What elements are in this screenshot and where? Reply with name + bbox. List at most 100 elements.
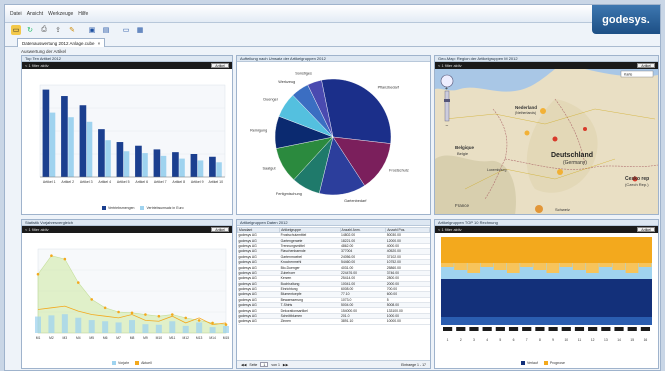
edit-icon[interactable]: ✎ <box>67 25 77 35</box>
layout-icon[interactable]: ▤ <box>101 25 111 35</box>
map-area[interactable]: Nederland (Netherlands) Belgique Belgie … <box>435 69 658 214</box>
band-cell <box>572 263 586 270</box>
dimension-select[interactable]: Artikel <box>637 63 655 68</box>
table-scroll[interactable]: Mandant Artikelgruppe Anzahl Anm. Anzahl Po… <box>237 227 430 360</box>
x-tick-label: 9 <box>552 338 554 342</box>
legend-item[interactable]: Aktuell <box>135 361 152 365</box>
app-window: Datei Ansicht Werkzeuge Hilfe godesys. ▭… <box>4 4 661 371</box>
column-series-2 <box>196 322 203 333</box>
toolbar: ▭ ↻ ⎙ ⇪ ✎ ▣ ▤ ▭ ▦ <box>11 25 145 35</box>
x-tick-label: 10 <box>564 338 568 342</box>
close-icon[interactable]: × <box>98 41 101 46</box>
legend-item[interactable]: Vertriebsumsatz in Euro <box>140 206 184 210</box>
bar-series-2 <box>123 151 130 177</box>
column-series-2 <box>142 324 149 333</box>
page-input[interactable]: 1 <box>260 362 269 367</box>
geo-map[interactable]: Nederland (Netherlands) Belgique Belgie … <box>435 69 658 214</box>
bar-series-1 <box>153 149 161 177</box>
legend-item[interactable]: Vorjahr <box>112 361 129 365</box>
data-point <box>90 298 94 301</box>
chart-area: 1 2 3 4 5 6 7 8 9 10 11 12 13 14 15 16 Verlauf Prognose <box>435 233 658 368</box>
band-marker <box>522 327 532 331</box>
menu-werkzeuge[interactable]: Werkzeuge <box>48 11 73 17</box>
legend-item[interactable]: Verlauf <box>521 361 538 365</box>
data-point <box>144 313 147 316</box>
save-icon[interactable]: ▣ <box>87 25 97 35</box>
dimension-select[interactable]: Artikel <box>211 63 229 68</box>
x-tick-label: Artikel 2 <box>61 180 74 184</box>
window-icon[interactable]: ▦ <box>135 25 145 35</box>
band-dark <box>441 279 652 317</box>
band-cell <box>599 263 612 267</box>
map-layer-toggle[interactable]: Karte <box>620 70 654 78</box>
band-marker <box>601 327 611 331</box>
chart-area: M1 M2 M3 M4 M5 M6 M7 M8 M9 M10 M11 M12 M13 M14 M15 Vor… <box>22 233 232 368</box>
x-tick-label: M10 <box>156 336 163 340</box>
map-label: Belgie <box>457 151 469 156</box>
pie-label: Pflanzbedarf <box>378 85 400 89</box>
dimension-select[interactable]: Artikel <box>637 227 655 232</box>
data-point <box>117 310 120 314</box>
column-series-2 <box>88 320 95 333</box>
table-cell: 10000.00 <box>385 318 430 325</box>
band-mid <box>441 317 652 325</box>
menu-hilfe[interactable]: Hilfe <box>78 11 88 17</box>
dimension-select[interactable]: Artikel <box>211 227 229 232</box>
x-tick-label: M12 <box>183 336 190 340</box>
filter-status[interactable]: < 1 filter aktiv <box>438 63 462 68</box>
x-tick-label: 4 <box>486 338 488 342</box>
open-folder-icon[interactable]: ▭ <box>11 25 21 35</box>
band-orange <box>441 237 652 263</box>
pie-label: Gartenbedarf <box>344 199 367 203</box>
next-page-icon[interactable]: ▶▶ <box>283 363 288 367</box>
data-table: Mandant Artikelgruppe Anzahl Anm. Anzahl Po… <box>237 227 430 325</box>
menu-bar: Datei Ansicht Werkzeuge Hilfe <box>10 11 88 17</box>
export-icon[interactable]: ⇪ <box>53 25 63 35</box>
bar-series-2 <box>197 160 204 177</box>
filter-status[interactable]: < 1 filter aktiv <box>25 227 49 232</box>
pie-label: Saatgut <box>262 166 276 170</box>
menu-ansicht[interactable]: Ansicht <box>27 11 43 17</box>
pager-total: von 1 <box>271 362 280 367</box>
first-page-icon[interactable]: ◀◀ <box>241 363 246 367</box>
band-marker <box>614 327 624 331</box>
band-cell <box>493 263 507 270</box>
x-tick-label: Artikel 9 <box>191 180 204 184</box>
panel-map: Geo-Map: Region der Artikelgruppen M 201… <box>434 55 659 215</box>
table-cell: 3891.10 <box>340 318 386 325</box>
band-cell <box>480 263 494 267</box>
band-marker <box>627 327 637 331</box>
tab-document[interactable]: Datenauswertung 2012 Anlage.cube × <box>17 38 106 47</box>
legend-item[interactable]: Prognose <box>543 361 565 365</box>
filter-status[interactable]: < 1 filter aktiv <box>25 63 49 68</box>
data-point <box>130 311 134 315</box>
print-icon[interactable]: ⎙ <box>39 25 49 35</box>
pie-label: Frostschutz <box>389 169 409 173</box>
column-series-2 <box>75 317 82 333</box>
legend-swatch <box>543 361 548 365</box>
map-label: (Netherlands) <box>515 111 536 115</box>
chart-legend: Vertriebsmengen Vertriebsumsatz in Euro <box>102 206 184 210</box>
bar-series-2 <box>68 117 74 177</box>
data-point <box>157 314 161 318</box>
map-label: Luxembourg <box>487 168 507 172</box>
bar-series-2 <box>86 121 93 177</box>
x-tick-label: 14 <box>617 338 621 342</box>
panel-title: Artikelgruppen Daten 2012 <box>237 220 430 226</box>
bar-series-1 <box>116 142 124 177</box>
table-row[interactable]: godesys AG Zinnen 3891.10 10000.00 <box>237 318 430 325</box>
bar-series-1 <box>98 129 105 177</box>
bar-chart: Artikel 1 Artikel 2 Artikel 3 Artikel 4 Arti… <box>39 84 226 184</box>
refresh-icon[interactable]: ↻ <box>25 25 35 35</box>
legend-swatch <box>521 361 525 365</box>
legend-item[interactable]: Vertriebsmengen <box>102 206 134 210</box>
map-label: Deutschland <box>551 152 593 159</box>
band-marker <box>561 327 571 331</box>
panel-pie: Aufteilung nach Umsatz der Artikelgruppe… <box>236 55 431 215</box>
monitor-icon[interactable]: ▭ <box>121 25 131 35</box>
filter-status[interactable]: < 1 filter aktiv <box>438 227 462 232</box>
pie-label: Duenger <box>263 98 278 102</box>
x-tick-label: M11 <box>169 336 175 340</box>
menu-datei[interactable]: Datei <box>10 11 22 17</box>
x-tick-label: 8 <box>539 338 541 342</box>
